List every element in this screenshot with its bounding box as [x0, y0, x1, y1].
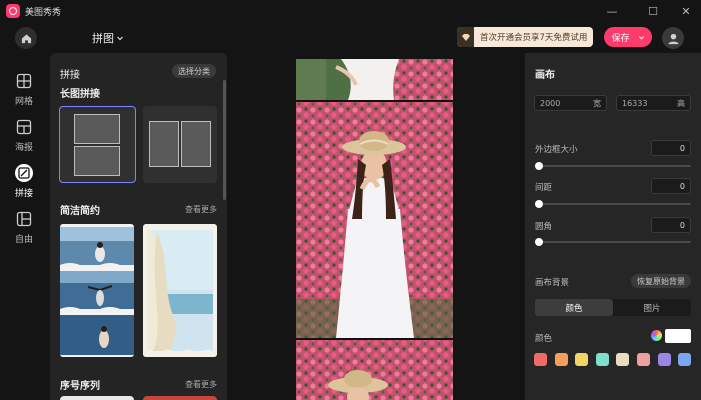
see-more-sequence[interactable]: 查看更多	[185, 379, 217, 390]
diamond-icon	[457, 27, 474, 47]
canvas-settings-panel: 画布 2000 宽 16333 高 外边框大小 0 间距 0 圆角 0 画布背景…	[525, 53, 701, 400]
spacing-label: 间距	[535, 183, 553, 193]
canvas-height-value: 16333	[622, 98, 648, 108]
nav-label-grid: 网格	[14, 97, 33, 107]
canvas-photo-1	[296, 59, 453, 100]
color-swatch[interactable]	[534, 353, 547, 366]
template-curtain-collage[interactable]	[143, 224, 217, 357]
section-title-sequence: 序号序列	[60, 381, 100, 392]
tab-image[interactable]: 图片	[613, 299, 691, 316]
minimize-button[interactable]: —	[604, 3, 620, 19]
color-swatch[interactable]	[637, 353, 650, 366]
chevron-down-icon	[117, 36, 123, 41]
spacing-input[interactable]: 0	[651, 178, 691, 194]
border-size-input[interactable]: 0	[651, 140, 691, 156]
color-swatch[interactable]	[554, 353, 568, 366]
canvas-photo-2	[296, 102, 453, 338]
maximize-button[interactable]: ☐	[645, 3, 661, 19]
template-panel: 拼接 选择分类 长图拼接 简洁简约 查看更多 序号序列 查看更多	[50, 53, 227, 400]
corner-radius-slider[interactable]	[535, 238, 691, 246]
canvas-width-label: 宽	[593, 98, 601, 108]
tab-color[interactable]: 颜色	[535, 299, 613, 316]
section-title-long-image: 长图拼接	[60, 89, 100, 100]
section-title-simple: 简洁简约	[60, 206, 100, 217]
corner-radius-label: 圆角	[535, 222, 553, 232]
nav-label-stitch: 拼接	[14, 189, 33, 199]
color-picker-icon[interactable]	[651, 330, 662, 341]
save-button[interactable]: 保存	[604, 27, 652, 47]
app-logo-icon	[6, 4, 20, 18]
border-size-label: 外边框大小	[535, 145, 578, 155]
app-name: 美图秀秀	[25, 8, 62, 18]
vip-promo-text: 首次开通会员享7天免费试用	[480, 33, 588, 43]
canvas-width-field[interactable]: 2000 宽	[534, 95, 607, 111]
canvas-background-label: 画布背景	[535, 278, 570, 288]
canvas-settings-title: 画布	[535, 70, 555, 81]
corner-radius-input[interactable]: 0	[651, 217, 691, 233]
avatar[interactable]	[662, 27, 684, 49]
poster-icon	[15, 118, 33, 136]
panel-scrollbar[interactable]	[223, 80, 226, 200]
color-swatch[interactable]	[657, 353, 671, 366]
color-swatch[interactable]	[595, 353, 609, 366]
canvas-height-label: 高	[677, 98, 685, 108]
nav-label-free: 自由	[14, 235, 33, 245]
category-filter-button[interactable]: 选择分类	[172, 64, 216, 78]
canvas-height-field[interactable]: 16333 高	[616, 95, 691, 111]
see-more-simple[interactable]: 查看更多	[185, 204, 217, 215]
template-sequence-2[interactable]	[143, 396, 217, 400]
mode-dropdown[interactable]: 拼图	[92, 30, 124, 46]
restore-background-button[interactable]: 恢复原始背景	[631, 274, 691, 288]
background-type-toggle: 颜色 图片	[535, 299, 691, 316]
app-window: 美图秀秀 — ☐ ✕ 拼图 首次开通会员享7天免费试用 保存 网格 海报 拼接 …	[0, 0, 701, 400]
canvas-photo-3	[296, 340, 453, 400]
title-bar: 美图秀秀 — ☐ ✕	[0, 0, 701, 22]
grid-icon	[15, 72, 33, 90]
current-color-preview[interactable]	[665, 329, 691, 343]
close-button[interactable]: ✕	[678, 3, 694, 19]
user-icon	[667, 33, 679, 44]
mode-title: 拼图	[92, 32, 114, 45]
nav-item-poster[interactable]: 海报	[0, 112, 48, 158]
template-sea-collage[interactable]	[60, 224, 134, 357]
home-button[interactable]	[15, 27, 37, 49]
save-label: 保存	[611, 33, 630, 44]
color-swatch[interactable]	[678, 353, 692, 366]
stitched-canvas[interactable]	[296, 59, 453, 400]
nav-item-stitch[interactable]: 拼接	[0, 158, 48, 204]
panel-title: 拼接	[60, 70, 80, 81]
slider-knob[interactable]	[535, 238, 543, 246]
spacing-slider[interactable]	[535, 200, 691, 208]
nav-label-poster: 海报	[14, 143, 33, 153]
color-swatch[interactable]	[616, 353, 630, 366]
canvas-width-value: 2000	[540, 98, 561, 108]
free-layout-icon	[15, 210, 33, 228]
template-horizontal-stitch[interactable]	[143, 106, 217, 183]
nav-item-grid[interactable]: 网格	[0, 66, 48, 112]
template-vertical-stitch[interactable]	[59, 106, 136, 183]
chevron-down-icon	[638, 35, 644, 40]
stitch-icon	[15, 164, 33, 182]
home-icon	[21, 33, 31, 43]
border-size-slider[interactable]	[535, 162, 691, 170]
slider-knob[interactable]	[535, 200, 543, 208]
color-swatch[interactable]	[575, 353, 589, 366]
vip-promo-banner[interactable]: 首次开通会员享7天免费试用	[457, 27, 593, 47]
color-label: 颜色	[535, 334, 553, 344]
slider-knob[interactable]	[535, 162, 543, 170]
nav-item-free[interactable]: 自由	[0, 204, 48, 250]
template-sequence-1[interactable]	[60, 396, 134, 400]
